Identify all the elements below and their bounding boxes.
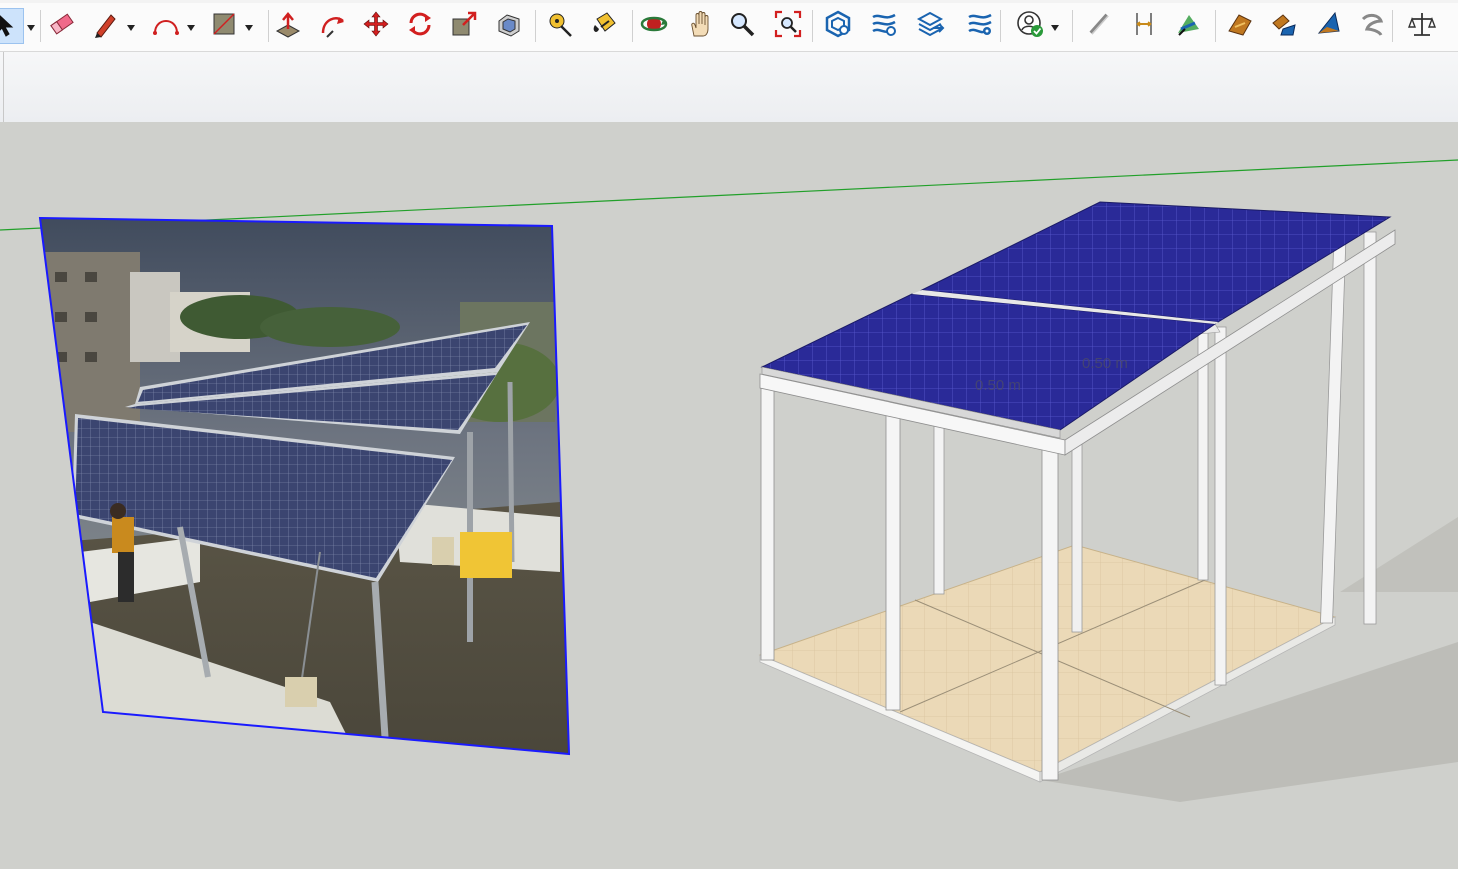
- toolbar-separator: [1215, 10, 1216, 42]
- stamp-icon: [1269, 9, 1299, 44]
- 3d-warehouse-icon: [823, 9, 853, 44]
- toolbar-separator: [812, 10, 813, 42]
- zoom-extents-icon: [773, 9, 803, 44]
- dimension-label-1: 0.50 m: [1082, 355, 1128, 372]
- toolbar-separator: [40, 10, 41, 42]
- drape-tool-button[interactable]: [1310, 8, 1346, 44]
- account-tool-button[interactable]: [1012, 8, 1048, 44]
- protractor-icon: [1173, 9, 1203, 44]
- hand-icon: [685, 9, 715, 44]
- secondary-toolbar-area: [0, 52, 1458, 122]
- toolbar-edge: [3, 52, 4, 122]
- sandbox-tool-button[interactable]: [1222, 8, 1258, 44]
- chevron-down-icon[interactable]: [186, 24, 196, 32]
- orbit-tool-button[interactable]: [636, 8, 672, 44]
- rectangle-icon: [209, 9, 239, 44]
- line-tool-button[interactable]: [88, 8, 124, 44]
- rotate-tool-button[interactable]: [402, 8, 438, 44]
- push-pull-icon: [273, 9, 303, 44]
- tape-measure-icon: [545, 9, 575, 44]
- main-toolbar: [0, 0, 1458, 52]
- smoove-icon: [1357, 9, 1387, 44]
- shape-tool-button[interactable]: [206, 8, 242, 44]
- move-tool-button[interactable]: [358, 8, 394, 44]
- extension-manager-icon: [965, 9, 995, 44]
- chevron-down-icon[interactable]: [26, 24, 36, 32]
- extension-warehouse-icon: [869, 9, 899, 44]
- magnifier-icon: [727, 9, 757, 44]
- orbit-icon: [639, 9, 669, 44]
- share-model-tool-button[interactable]: [912, 8, 948, 44]
- section-plane-icon: [1085, 9, 1115, 44]
- zoom-extents-tool-button[interactable]: [770, 8, 806, 44]
- chevron-down-icon[interactable]: [244, 24, 254, 32]
- scene-canvas[interactable]: 0.50 m 0.50 m: [0, 122, 1458, 869]
- sandbox-icon: [1225, 9, 1255, 44]
- zoom-tool-button[interactable]: [724, 8, 760, 44]
- dimension-label-2: 0.50 m: [975, 377, 1021, 394]
- model-info-tool-button[interactable]: [1404, 8, 1440, 44]
- toolbar-separator: [1072, 10, 1073, 42]
- arrow-cursor-icon: [0, 9, 21, 44]
- reference-photo[interactable]: [30, 212, 590, 772]
- dimension-tool-button[interactable]: [1126, 8, 1162, 44]
- structure-shadow-2: [1340, 517, 1458, 592]
- eraser-tool-button[interactable]: [44, 8, 80, 44]
- scale-icon: [449, 9, 479, 44]
- push-pull-tool-button[interactable]: [270, 8, 306, 44]
- offset-icon: [493, 9, 523, 44]
- select-tool-button[interactable]: [0, 8, 24, 44]
- arc-tool-button[interactable]: [148, 8, 184, 44]
- extension-warehouse-tool-button[interactable]: [866, 8, 902, 44]
- rotate-icon: [405, 9, 435, 44]
- section-plane-tool-button[interactable]: [1082, 8, 1118, 44]
- modeling-viewport[interactable]: 0.50 m 0.50 m: [0, 122, 1458, 869]
- follow-me-tool-button[interactable]: [314, 8, 350, 44]
- account-icon: [1015, 9, 1045, 44]
- pan-tool-button[interactable]: [682, 8, 718, 44]
- offset-tool-button[interactable]: [490, 8, 526, 44]
- move-icon: [361, 9, 391, 44]
- paint-bucket-icon: [589, 9, 619, 44]
- balance-scale-icon: [1407, 9, 1437, 44]
- toolbar-separator: [535, 10, 536, 42]
- toolbar-separator: [1392, 10, 1393, 42]
- warehouse-tool-button[interactable]: [820, 8, 856, 44]
- share-model-icon: [915, 9, 945, 44]
- chevron-down-icon[interactable]: [126, 24, 136, 32]
- eraser-icon: [47, 9, 77, 44]
- toolbar-separator: [268, 10, 269, 42]
- extension-manager-tool-button[interactable]: [962, 8, 998, 44]
- stamp-tool-button[interactable]: [1266, 8, 1302, 44]
- toolbar-top-edge: [0, 0, 1458, 3]
- tape-measure-tool-button[interactable]: [542, 8, 578, 44]
- dimension-icon: [1129, 9, 1159, 44]
- follow-me-icon: [317, 9, 347, 44]
- protractor-tool-button[interactable]: [1170, 8, 1206, 44]
- paint-bucket-tool-button[interactable]: [586, 8, 622, 44]
- drape-icon: [1313, 9, 1343, 44]
- arc-icon: [151, 9, 181, 44]
- toolbar-separator: [632, 10, 633, 42]
- chevron-down-icon[interactable]: [1050, 24, 1060, 32]
- pencil-icon: [91, 9, 121, 44]
- toolbar-separator: [1000, 10, 1001, 42]
- smoove-tool-button[interactable]: [1354, 8, 1390, 44]
- scale-tool-button[interactable]: [446, 8, 482, 44]
